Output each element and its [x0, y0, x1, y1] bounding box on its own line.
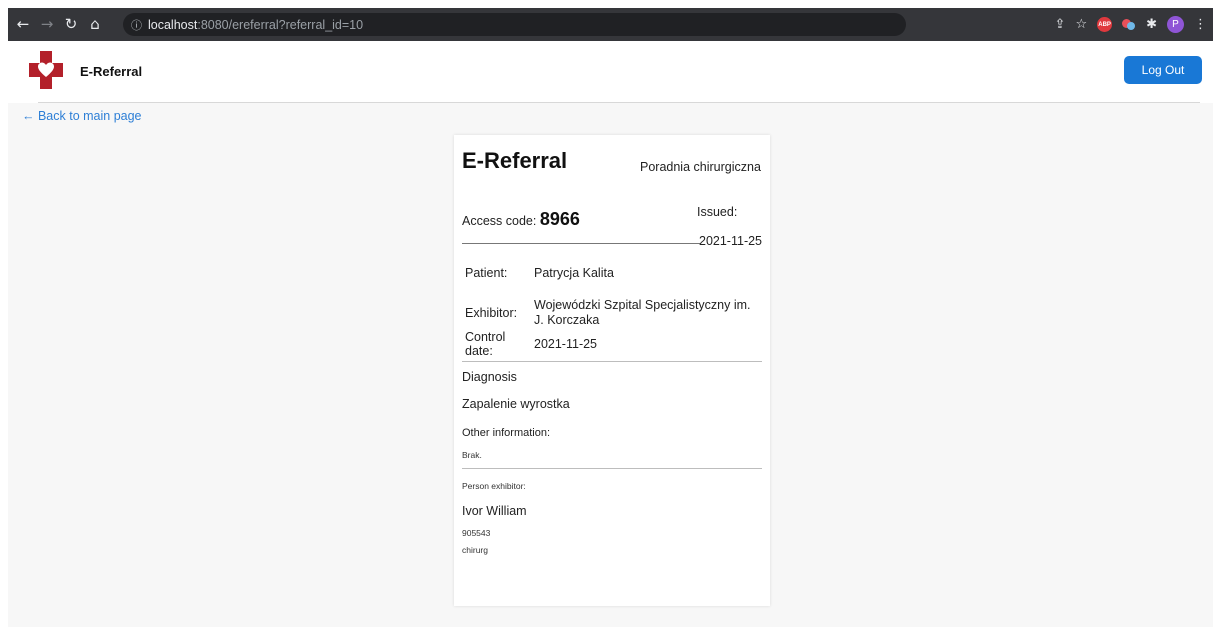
- site-info-icon[interactable]: ⓘ: [131, 17, 142, 33]
- back-to-main-link[interactable]: ← Back to main page: [22, 109, 142, 123]
- app-header: E-Referral Log Out: [0, 41, 1213, 102]
- access-code-value: 8966: [539, 209, 580, 229]
- other-info-label: Other information:: [462, 427, 551, 439]
- person-role: chirurg: [462, 545, 488, 555]
- back-arrow-icon[interactable]: ←: [12, 17, 34, 32]
- issued-date: 2021-11-25: [699, 234, 763, 248]
- url-path: :8080/ereferral?referral_id=10: [197, 17, 364, 32]
- address-bar[interactable]: ⓘ localhost:8080/ereferral?referral_id=1…: [123, 13, 906, 36]
- other-info-value: Brak.: [462, 450, 482, 460]
- person-name: Ivor William: [462, 504, 527, 518]
- forward-arrow-icon[interactable]: →: [36, 17, 58, 32]
- profile-avatar[interactable]: P: [1167, 16, 1184, 33]
- puzzle-extensions-icon[interactable]: ✱: [1146, 18, 1157, 31]
- person-number: 905543: [462, 528, 491, 538]
- brand-name: E-Referral: [80, 64, 143, 79]
- referral-title: E-Referral: [462, 148, 568, 173]
- access-code-underline: [462, 243, 700, 244]
- referral-card: E-Referral Poradnia chirurgiczna Access …: [454, 135, 770, 606]
- patient-label: Patient:: [465, 266, 508, 280]
- medical-cross-heart-logo-icon: [29, 51, 63, 89]
- share-icon[interactable]: ⇪: [1055, 18, 1066, 31]
- diagnosis-label: Diagnosis: [462, 370, 517, 384]
- access-code-label: Access code:: [462, 214, 537, 228]
- url-host: localhost: [148, 17, 198, 32]
- header-divider: [38, 102, 1200, 103]
- exhibitor-label: Exhibitor:: [465, 306, 518, 320]
- issued-label: Issued:: [697, 205, 738, 219]
- patient-name: Patrycja Kalita: [534, 266, 614, 280]
- control-date-value: 2021-11-25: [534, 337, 598, 351]
- person-exhibitor-label: Person exhibitor:: [462, 481, 526, 491]
- adblock-extension-icon[interactable]: ABP: [1097, 17, 1113, 32]
- reload-icon[interactable]: ↻: [60, 17, 82, 32]
- menu-kebab-icon[interactable]: ⋮: [1194, 18, 1207, 31]
- bookmark-star-icon[interactable]: ☆: [1075, 18, 1087, 31]
- home-icon[interactable]: ⌂: [84, 17, 106, 32]
- clinic-name: Poradnia chirurgiczna: [640, 160, 761, 174]
- section-divider: [462, 361, 762, 362]
- control-date-label-1: Control: [465, 330, 506, 344]
- section-divider: [462, 468, 762, 469]
- access-code-row: Access code: 8966: [462, 209, 580, 230]
- exhibitor-line-1: Wojewódzki Szpital Specjalistyczny im.: [534, 298, 751, 312]
- browser-toolbar: ← → ↻ ⌂ ⓘ localhost:8080/ereferral?refer…: [8, 8, 1213, 41]
- control-date-label-2: date:: [465, 344, 493, 358]
- logout-button[interactable]: Log Out: [1124, 56, 1202, 84]
- extension-icon[interactable]: [1122, 18, 1136, 31]
- exhibitor-line-2: J. Korczaka: [534, 313, 600, 327]
- diagnosis-value: Zapalenie wyrostka: [462, 397, 570, 411]
